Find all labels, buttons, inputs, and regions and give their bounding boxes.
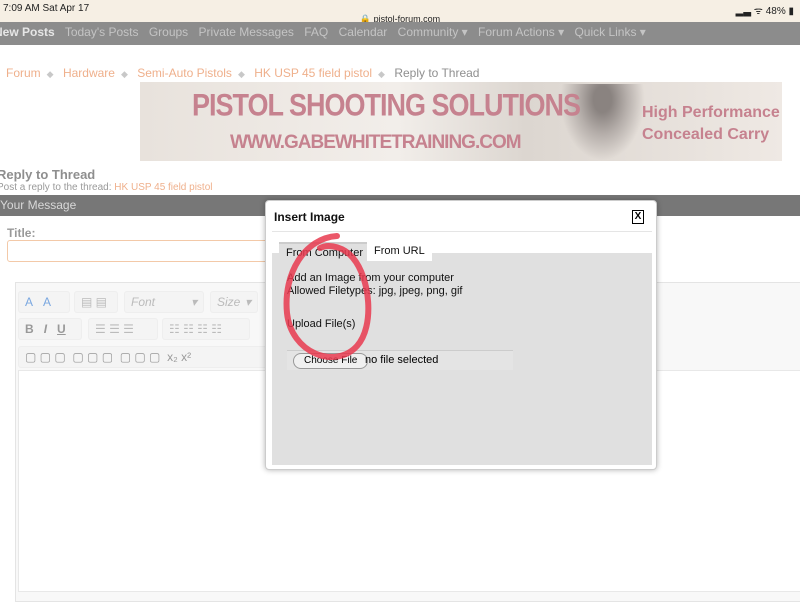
size-select-label: Size — [217, 295, 241, 309]
battery-indicator: ▂▃ ᯤ 48% ▮ — [735, 6, 794, 17]
breadcrumb: Forum ◆ Hardware ◆ Semi-Auto Pistols ◆ HK U… — [6, 66, 479, 80]
thread-link[interactable]: HK USP 45 field pistol — [114, 182, 212, 193]
nav-todays-posts[interactable]: Today's Posts — [65, 25, 139, 39]
crumb-separator-icon: ◆ — [237, 69, 245, 79]
align-icons[interactable]: ☰ ☰ ☰ — [88, 318, 158, 340]
crumb-forum[interactable]: Forum — [6, 66, 41, 80]
italic-button[interactable]: I — [44, 322, 47, 336]
nav-calendar[interactable]: Calendar — [339, 25, 388, 39]
list-icons[interactable]: ☷ ☷ ☷ ☷ — [162, 318, 250, 340]
crumb-separator-icon: ◆ — [120, 69, 128, 79]
close-button[interactable]: X — [632, 210, 644, 224]
font-select[interactable]: Font ▾ — [124, 291, 204, 313]
underline-button[interactable]: U — [57, 322, 66, 336]
title-input[interactable] — [7, 240, 277, 262]
crumb-thread[interactable]: HK USP 45 field pistol — [254, 66, 372, 80]
font-select-label: Font — [131, 295, 156, 309]
red-circle-annotation — [283, 233, 372, 360]
clipboard-icon[interactable]: ▤ ▤ — [74, 291, 118, 313]
crumb-separator-icon: ◆ — [378, 69, 385, 79]
dialog-title: Insert Image — [274, 210, 345, 224]
banner-tagline: High Performance Concealed Carry — [642, 102, 780, 146]
clock: 7:09 AM Sat Apr 17 — [3, 3, 90, 14]
crumb-separator-icon: ◆ — [46, 69, 54, 79]
superscript-button[interactable]: x² — [181, 350, 191, 364]
subtitle-text: Post a reply to the thread: — [0, 182, 112, 193]
status-bar: 7:09 AM Sat Apr 17 🔒 pistol-forum.com ▂▃… — [0, 0, 800, 24]
text-style-group: B I U — [18, 318, 82, 340]
nav-forum-actions[interactable]: Forum Actions ▾ — [478, 25, 564, 39]
banner-tagline-1: High Performance — [642, 104, 780, 121]
page-subtitle: Post a reply to the thread: HK USP 45 fi… — [0, 182, 213, 193]
nav-faq[interactable]: FAQ — [304, 25, 328, 39]
nav-community[interactable]: Community ▾ — [398, 25, 468, 39]
chevron-down-icon: ▾ — [190, 295, 197, 309]
font-color-icon[interactable]: A A — [18, 291, 70, 313]
nav-private-messages[interactable]: Private Messages — [199, 25, 294, 39]
page-title: Reply to Thread — [0, 167, 96, 182]
title-label: Title: — [7, 226, 36, 240]
insert-toolbar[interactable]: ▢ ▢ ▢ ▢ ▢ ▢ ▢ ▢ ▢ x₂ x² — [18, 346, 268, 368]
size-select[interactable]: Size ▾ — [210, 291, 258, 313]
crumb-current: Reply to Thread — [394, 66, 480, 80]
chevron-down-icon: ▾ — [244, 295, 251, 309]
nav-new-posts[interactable]: New Posts — [0, 25, 55, 39]
nav-bar: New Posts Today's Posts Groups Private M… — [0, 22, 800, 45]
subscript-button[interactable]: x₂ — [167, 350, 178, 364]
battery-level: 48% — [765, 6, 786, 17]
bold-button[interactable]: B — [25, 322, 34, 336]
banner-ad[interactable]: PISTOL SHOOTING SOLUTIONS WWW.GABEWHITET… — [140, 82, 782, 161]
banner-tagline-2: Concealed Carry — [642, 126, 770, 143]
crumb-hardware[interactable]: Hardware — [63, 66, 115, 80]
crumb-semi-auto[interactable]: Semi-Auto Pistols — [137, 66, 232, 80]
nav-groups[interactable]: Groups — [149, 25, 188, 39]
banner-url: WWW.GABEWHITETRAINING.COM — [230, 132, 522, 153]
banner-title: PISTOL SHOOTING SOLUTIONS — [192, 87, 581, 123]
nav-quick-links[interactable]: Quick Links ▾ — [574, 25, 645, 39]
